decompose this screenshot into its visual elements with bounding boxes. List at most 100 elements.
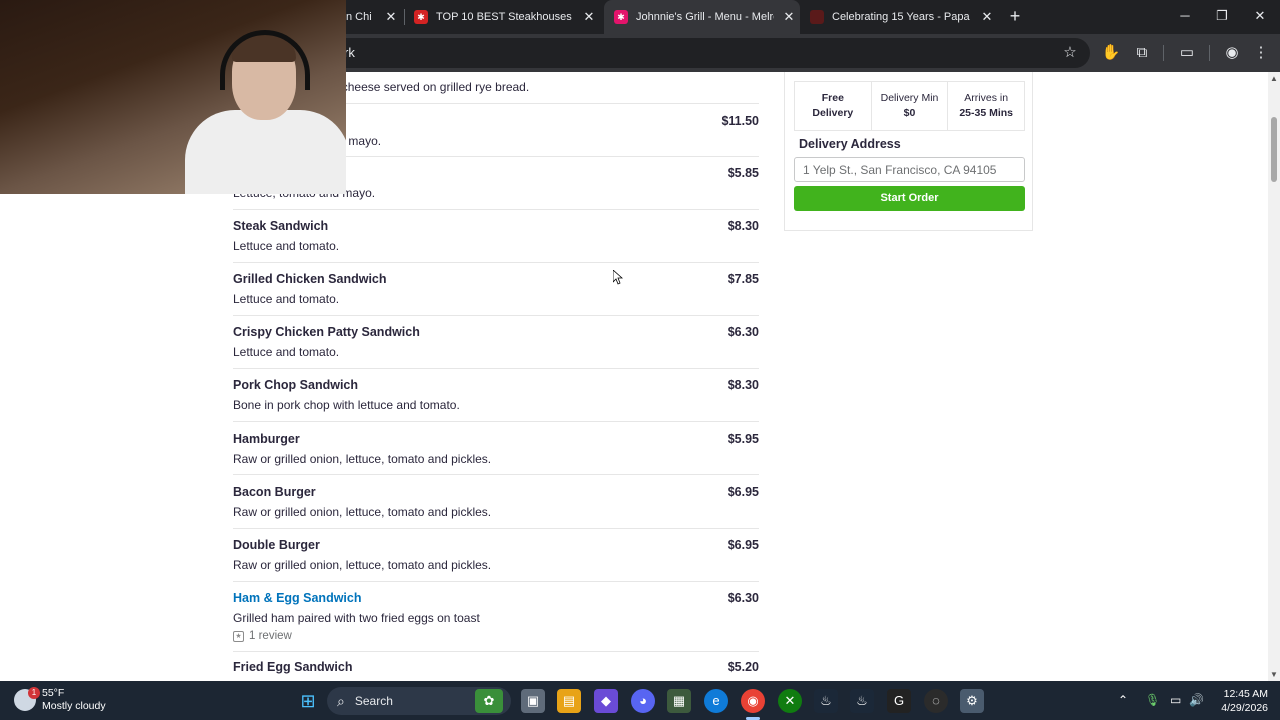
list-item[interactable]: Bacon Burger Raw or grilled onion, lettu…: [233, 475, 759, 529]
list-item[interactable]: Hamburger Raw or grilled onion, lettuce,…: [233, 422, 759, 475]
tab-2-active[interactable]: ✱ Johnnie's Grill - Menu - Melros ✕: [604, 0, 800, 34]
widget-app-icon[interactable]: ✿: [475, 689, 503, 713]
extensions-puzzle-icon[interactable]: ⧉: [1131, 42, 1153, 64]
item-name[interactable]: Bacon Burger: [233, 485, 316, 499]
app-icon[interactable]: ◌: [924, 689, 948, 713]
mouse-cursor-icon: [613, 270, 623, 285]
tab-3[interactable]: Celebrating 15 Years - Papa Ray ✕: [810, 0, 1000, 34]
weather-badge: 1: [28, 687, 40, 699]
weather-widget[interactable]: 1 55°F Mostly cloudy: [14, 687, 106, 713]
list-item[interactable]: Double Burger Raw or grilled onion, lett…: [233, 529, 759, 582]
webcam-person-shirt: [185, 110, 346, 194]
tab-0[interactable]: n Chi ✕: [346, 0, 406, 34]
delivery-address-label: Delivery Address: [799, 137, 901, 151]
info-line2: Delivery: [812, 107, 854, 119]
scroll-thumb[interactable]: [1271, 117, 1277, 182]
item-price: $5.85: [727, 166, 759, 180]
task-view-icon[interactable]: ▣: [521, 689, 545, 713]
chevron-up-icon[interactable]: ⌃: [1118, 693, 1128, 707]
address-bar[interactable]: rk: [330, 38, 1090, 68]
chrome-icon[interactable]: ◉: [741, 689, 765, 713]
list-item[interactable]: Fried Egg Sandwich $5.20: [233, 652, 759, 681]
delivery-min-cell: Delivery Min $0: [872, 82, 949, 130]
order-panel: Free Delivery Delivery Min $0 Arrives in…: [784, 72, 1033, 231]
item-name[interactable]: Fried Egg Sandwich: [233, 660, 352, 674]
logitech-g-icon[interactable]: G: [887, 689, 911, 713]
item-name[interactable]: Crispy Chicken Patty Sandwich: [233, 325, 420, 339]
cloud-icon: 1: [14, 687, 40, 711]
new-tab-button[interactable]: +: [1005, 6, 1025, 26]
list-item[interactable]: Ham & Egg Sandwich Grilled ham paired wi…: [233, 582, 759, 652]
minimize-icon[interactable]: ─: [1170, 4, 1200, 28]
scroll-down-icon[interactable]: ▼: [1268, 670, 1280, 679]
window-close-icon[interactable]: ✕: [1245, 4, 1275, 28]
review-label: 1 review: [249, 630, 292, 642]
tab-1[interactable]: ✱ TOP 10 BEST Steakhouses near ✕: [414, 0, 604, 34]
item-desc: Raw or grilled onion, lettuce, tomato an…: [233, 452, 492, 466]
weather-desc: Mostly cloudy: [42, 700, 106, 712]
start-order-button[interactable]: Start Order: [794, 186, 1025, 211]
delivery-address-input[interactable]: [794, 157, 1025, 182]
review-count[interactable]: ★ 1 review: [233, 630, 292, 642]
start-windows-icon[interactable]: ⊞: [296, 689, 320, 713]
item-desc: Raw or grilled onion, lettuce, tomato an…: [233, 505, 492, 519]
tab-title: Celebrating 15 Years - Papa Ray: [832, 11, 972, 23]
item-price: $5.20: [727, 660, 759, 674]
close-icon[interactable]: ✕: [582, 9, 596, 25]
weather-temp: 55°F: [42, 687, 65, 699]
item-name[interactable]: Hamburger: [233, 432, 300, 446]
item-desc: Lettuce and tomato.: [233, 239, 340, 253]
clock[interactable]: 12:45 AM 4/29/2026: [1212, 687, 1268, 715]
scroll-up-icon[interactable]: ▲: [1268, 74, 1280, 83]
item-price: $5.95: [727, 432, 759, 446]
clock-date: 4/29/2026: [1221, 702, 1268, 714]
item-name-link[interactable]: Ham & Egg Sandwich: [233, 591, 362, 605]
file-explorer-icon[interactable]: ▤: [557, 689, 581, 713]
edge-icon[interactable]: e: [704, 689, 728, 713]
close-icon[interactable]: ✕: [384, 9, 398, 25]
info-line1: Delivery Min: [880, 92, 939, 104]
item-price: $8.30: [727, 219, 759, 233]
steam-icon[interactable]: ♨: [850, 689, 874, 713]
list-item[interactable]: Pork Chop Sandwich Bone in pork chop wit…: [233, 369, 759, 422]
item-name[interactable]: Pork Chop Sandwich: [233, 378, 358, 392]
extension-hand-icon[interactable]: ✋: [1100, 42, 1122, 64]
list-item[interactable]: Steak Sandwich Lettuce and tomato. $8.30: [233, 210, 759, 263]
restore-icon[interactable]: ❐: [1207, 4, 1237, 28]
item-price: $11.50: [721, 114, 759, 128]
profile-avatar-icon[interactable]: ◉: [1221, 42, 1243, 64]
review-icon: ★: [233, 630, 244, 642]
tab-title: n Chi: [346, 11, 372, 23]
tab-divider: [404, 9, 405, 25]
site-favicon-icon: [810, 10, 824, 24]
tab-title: Johnnie's Grill - Menu - Melros: [636, 11, 774, 23]
webcam-overlay: [0, 0, 346, 194]
network-icon[interactable]: ▭: [1170, 693, 1181, 707]
discord-icon[interactable]: ◕: [631, 689, 655, 713]
list-item[interactable]: Grilled Chicken Sandwich Lettuce and tom…: [233, 263, 759, 316]
item-name[interactable]: Steak Sandwich: [233, 219, 328, 233]
xbox-icon[interactable]: ✕: [778, 689, 802, 713]
menu-kebab-icon[interactable]: ⋮: [1250, 42, 1272, 64]
steam-icon[interactable]: ♨: [814, 689, 838, 713]
list-item[interactable]: Crispy Chicken Patty Sandwich Lettuce an…: [233, 316, 759, 369]
settings-gear-icon[interactable]: ⚙: [960, 689, 984, 713]
item-name[interactable]: Grilled Chicken Sandwich: [233, 272, 387, 286]
bookmark-star-icon[interactable]: ☆: [1059, 42, 1081, 64]
item-desc: Grilled ham paired with two fried eggs o…: [233, 611, 480, 625]
toolbar-divider: [1209, 45, 1210, 61]
info-line2: 25-35 Mins: [959, 107, 1014, 119]
toolbar-divider: [1163, 45, 1164, 61]
item-price: $8.30: [727, 378, 759, 392]
close-icon[interactable]: ✕: [782, 9, 796, 25]
close-icon[interactable]: ✕: [980, 9, 994, 25]
copilot-icon[interactable]: ◆: [594, 689, 618, 713]
volume-icon[interactable]: 🔊: [1189, 693, 1204, 707]
webcam-headset: [220, 30, 310, 90]
item-desc: Lettuce and tomato.: [233, 292, 340, 306]
game-app-icon[interactable]: ▦: [667, 689, 691, 713]
tab-search-icon[interactable]: ▭: [1176, 42, 1198, 64]
page-scrollbar[interactable]: ▲ ▼: [1268, 72, 1280, 681]
item-name[interactable]: Double Burger: [233, 538, 320, 552]
microphone-icon[interactable]: 🎙: [1145, 693, 1160, 707]
